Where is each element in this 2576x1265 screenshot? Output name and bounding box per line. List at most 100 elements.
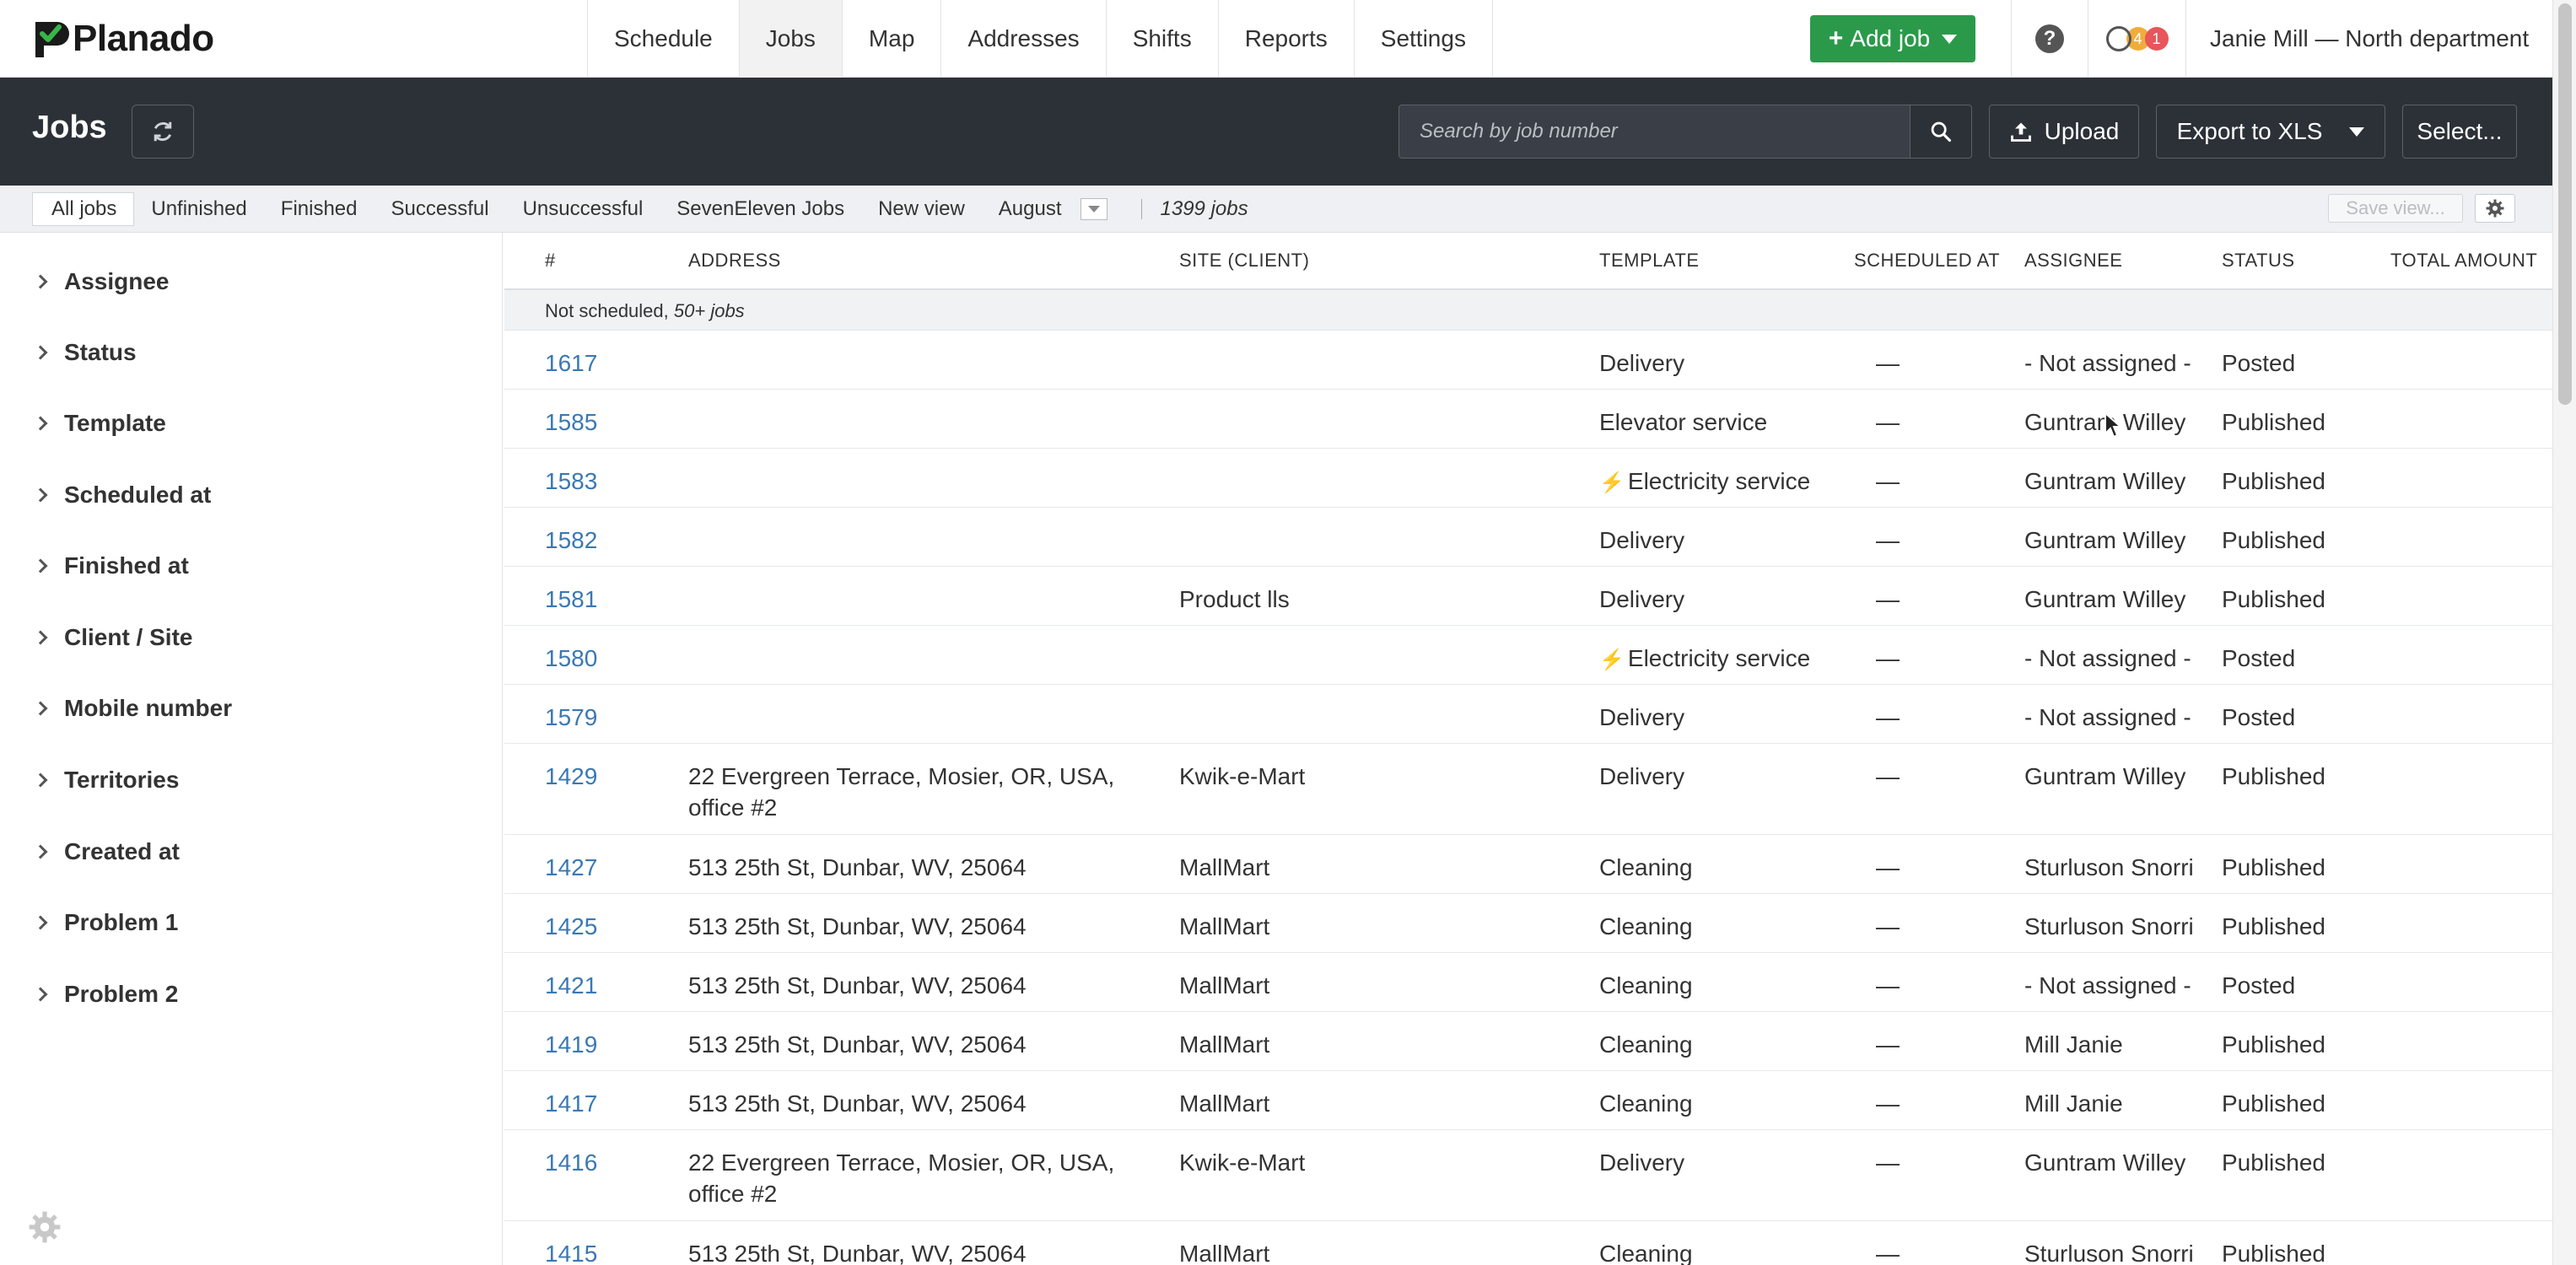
job-number-link[interactable]: 1581 xyxy=(545,584,597,615)
job-number-link-text[interactable]: 1416 xyxy=(545,1149,597,1176)
view-tab-all-jobs[interactable]: All jobs xyxy=(32,192,135,226)
column-header-template[interactable]: TEMPLATE xyxy=(1599,250,1700,272)
main-nav-tabs: Schedule Jobs Map Addresses Shifts Repor… xyxy=(587,0,1493,78)
view-tab-seveneleven-jobs[interactable]: SevenEleven Jobs xyxy=(660,192,861,226)
table-row[interactable]: 1579 Delivery — - Not assigned - Posted xyxy=(504,685,2552,744)
notifications-button[interactable]: 4 1 xyxy=(2088,0,2186,78)
table-row[interactable]: 1415 513 25th St, Dunbar, WV, 25064 MallMa… xyxy=(504,1221,2552,1265)
job-number-link[interactable]: 1427 xyxy=(545,852,597,883)
view-tab-unsuccessful[interactable]: Unsuccessful xyxy=(506,192,660,226)
job-number-link-text[interactable]: 1580 xyxy=(545,645,597,671)
job-number-link-text[interactable]: 1579 xyxy=(545,704,597,730)
sidebar-settings-button[interactable] xyxy=(27,1209,62,1249)
job-number-link[interactable]: 1429 xyxy=(545,761,597,792)
save-view-button[interactable]: Save view... xyxy=(2328,194,2463,223)
template-cell-text: Elevator service xyxy=(1599,409,1768,435)
help-button[interactable]: ? xyxy=(2011,0,2088,78)
table-row[interactable]: 1583 ⚡ Electricity service — Guntram Willey P… xyxy=(504,449,2552,508)
table-row[interactable]: 1580 ⚡ Electricity service — - Not assigned … xyxy=(504,626,2552,685)
job-number-link[interactable]: 1425 xyxy=(545,911,597,942)
job-number-link[interactable]: 1617 xyxy=(545,347,597,379)
table-row[interactable]: 1416 22 Evergreen Terrace, Mosier, OR, US… xyxy=(504,1130,2552,1221)
table-row[interactable]: 1417 513 25th St, Dunbar, WV, 25064 MallMa… xyxy=(504,1071,2552,1130)
search-button[interactable] xyxy=(1910,105,1972,159)
job-number-link-text[interactable]: 1421 xyxy=(545,972,597,999)
job-number-link[interactable]: 1417 xyxy=(545,1088,597,1119)
filter-client-site[interactable]: Client / Site xyxy=(33,621,192,654)
refresh-button[interactable] xyxy=(132,105,194,159)
nav-tab-shifts[interactable]: Shifts xyxy=(1107,0,1219,78)
table-row[interactable]: 1585 Elevator service — Guntram Willey Publi… xyxy=(504,390,2552,449)
filter-template[interactable]: Template xyxy=(33,406,166,440)
nav-tab-jobs[interactable]: Jobs xyxy=(739,0,843,78)
filter-territories[interactable]: Territories xyxy=(33,763,179,797)
table-row[interactable]: 1419 513 25th St, Dunbar, WV, 25064 MallMa… xyxy=(504,1012,2552,1071)
job-number-link-text[interactable]: 1425 xyxy=(545,913,597,939)
column-header-site[interactable]: SITE (CLIENT) xyxy=(1179,250,1309,272)
page-scrollbar[interactable] xyxy=(2552,0,2576,1265)
select-button[interactable]: Select... xyxy=(2402,105,2517,159)
export-xls-button[interactable]: Export to XLS xyxy=(2156,105,2385,159)
view-tab-new-view[interactable]: New view xyxy=(861,192,982,226)
scrollbar-thumb[interactable] xyxy=(2558,3,2572,405)
table-row[interactable]: 1425 513 25th St, Dunbar, WV, 25064 MallMa… xyxy=(504,894,2552,953)
job-number-link[interactable]: 1415 xyxy=(545,1238,597,1265)
nav-tab-schedule[interactable]: Schedule xyxy=(588,0,740,78)
job-number-link[interactable]: 1419 xyxy=(545,1029,597,1060)
more-views-dropdown[interactable] xyxy=(1080,198,1107,220)
table-row[interactable]: 1582 Delivery — Guntram Willey Published xyxy=(504,508,2552,567)
upload-button[interactable]: Upload xyxy=(1989,105,2139,159)
job-number-link[interactable]: 1585 xyxy=(545,406,597,438)
column-header-total-amount[interactable]: TOTAL AMOUNT xyxy=(2390,250,2537,272)
chevron-right-icon xyxy=(33,345,48,360)
job-number-link-text[interactable]: 1582 xyxy=(545,527,597,553)
view-tab-august[interactable]: August xyxy=(982,192,1079,226)
table-row[interactable]: 1427 513 25th St, Dunbar, WV, 25064 MallMa… xyxy=(504,835,2552,894)
nav-tab-settings[interactable]: Settings xyxy=(1355,0,1493,78)
filter-problem-2[interactable]: Problem 2 xyxy=(33,977,178,1011)
job-number-link-text[interactable]: 1585 xyxy=(545,409,597,435)
column-header-assignee[interactable]: ASSIGNEE xyxy=(2024,250,2122,272)
filter-status[interactable]: Status xyxy=(33,336,137,369)
column-header-status[interactable]: STATUS xyxy=(2222,250,2295,272)
job-number-link-text[interactable]: 1427 xyxy=(545,854,597,880)
filter-created-at[interactable]: Created at xyxy=(33,835,180,869)
nav-tab-addresses[interactable]: Addresses xyxy=(941,0,1107,78)
job-number-link-text[interactable]: 1583 xyxy=(545,468,597,494)
table-row[interactable]: 1581 Product lls Delivery — Guntram Willey Pu… xyxy=(504,567,2552,626)
column-header-scheduled-at[interactable]: SCHEDULED AT xyxy=(1854,250,2000,272)
view-tab-unfinished[interactable]: Unfinished xyxy=(134,192,263,226)
job-number-link[interactable]: 1582 xyxy=(545,525,597,556)
job-number-link[interactable]: 1580 xyxy=(545,643,597,674)
job-number-link-text[interactable]: 1417 xyxy=(545,1090,597,1117)
table-row[interactable]: 1617 Delivery — - Not assigned - Posted xyxy=(504,331,2552,390)
job-number-link[interactable]: 1583 xyxy=(545,466,597,497)
filter-finished-at[interactable]: Finished at xyxy=(33,549,189,583)
job-number-link[interactable]: 1416 xyxy=(545,1147,597,1178)
filter-mobile-number[interactable]: Mobile number xyxy=(33,692,232,725)
job-number-link-text[interactable]: 1415 xyxy=(545,1241,597,1265)
search-input[interactable] xyxy=(1398,105,1910,159)
filter-assignee[interactable]: Assignee xyxy=(33,265,170,299)
job-number-link-text[interactable]: 1617 xyxy=(545,350,597,376)
view-tab-successful[interactable]: Successful xyxy=(375,192,506,226)
nav-tab-map[interactable]: Map xyxy=(843,0,942,78)
table-row[interactable]: 1429 22 Evergreen Terrace, Mosier, OR, US… xyxy=(504,744,2552,835)
job-number-link-text[interactable]: 1429 xyxy=(545,763,597,789)
filter-problem-1[interactable]: Problem 1 xyxy=(33,906,178,939)
column-header-number[interactable]: # xyxy=(545,250,556,272)
job-number-link[interactable]: 1421 xyxy=(545,970,597,1001)
user-menu[interactable]: Janie Mill — North department xyxy=(2210,0,2529,78)
notification-badge-alert: 1 xyxy=(2144,27,2169,51)
planado-logo[interactable]: Planado xyxy=(30,15,214,62)
view-tab-finished[interactable]: Finished xyxy=(264,192,375,226)
column-header-address[interactable]: ADDRESS xyxy=(688,250,781,272)
nav-tab-reports[interactable]: Reports xyxy=(1219,0,1355,78)
job-number-link-text[interactable]: 1419 xyxy=(545,1031,597,1058)
view-settings-button[interactable] xyxy=(2475,194,2515,223)
job-number-link-text[interactable]: 1581 xyxy=(545,586,597,612)
table-row[interactable]: 1421 513 25th St, Dunbar, WV, 25064 MallMa… xyxy=(504,953,2552,1012)
add-job-button[interactable]: + Add job xyxy=(1810,15,1975,62)
filter-scheduled-at[interactable]: Scheduled at xyxy=(33,478,211,512)
job-number-link[interactable]: 1579 xyxy=(545,702,597,733)
